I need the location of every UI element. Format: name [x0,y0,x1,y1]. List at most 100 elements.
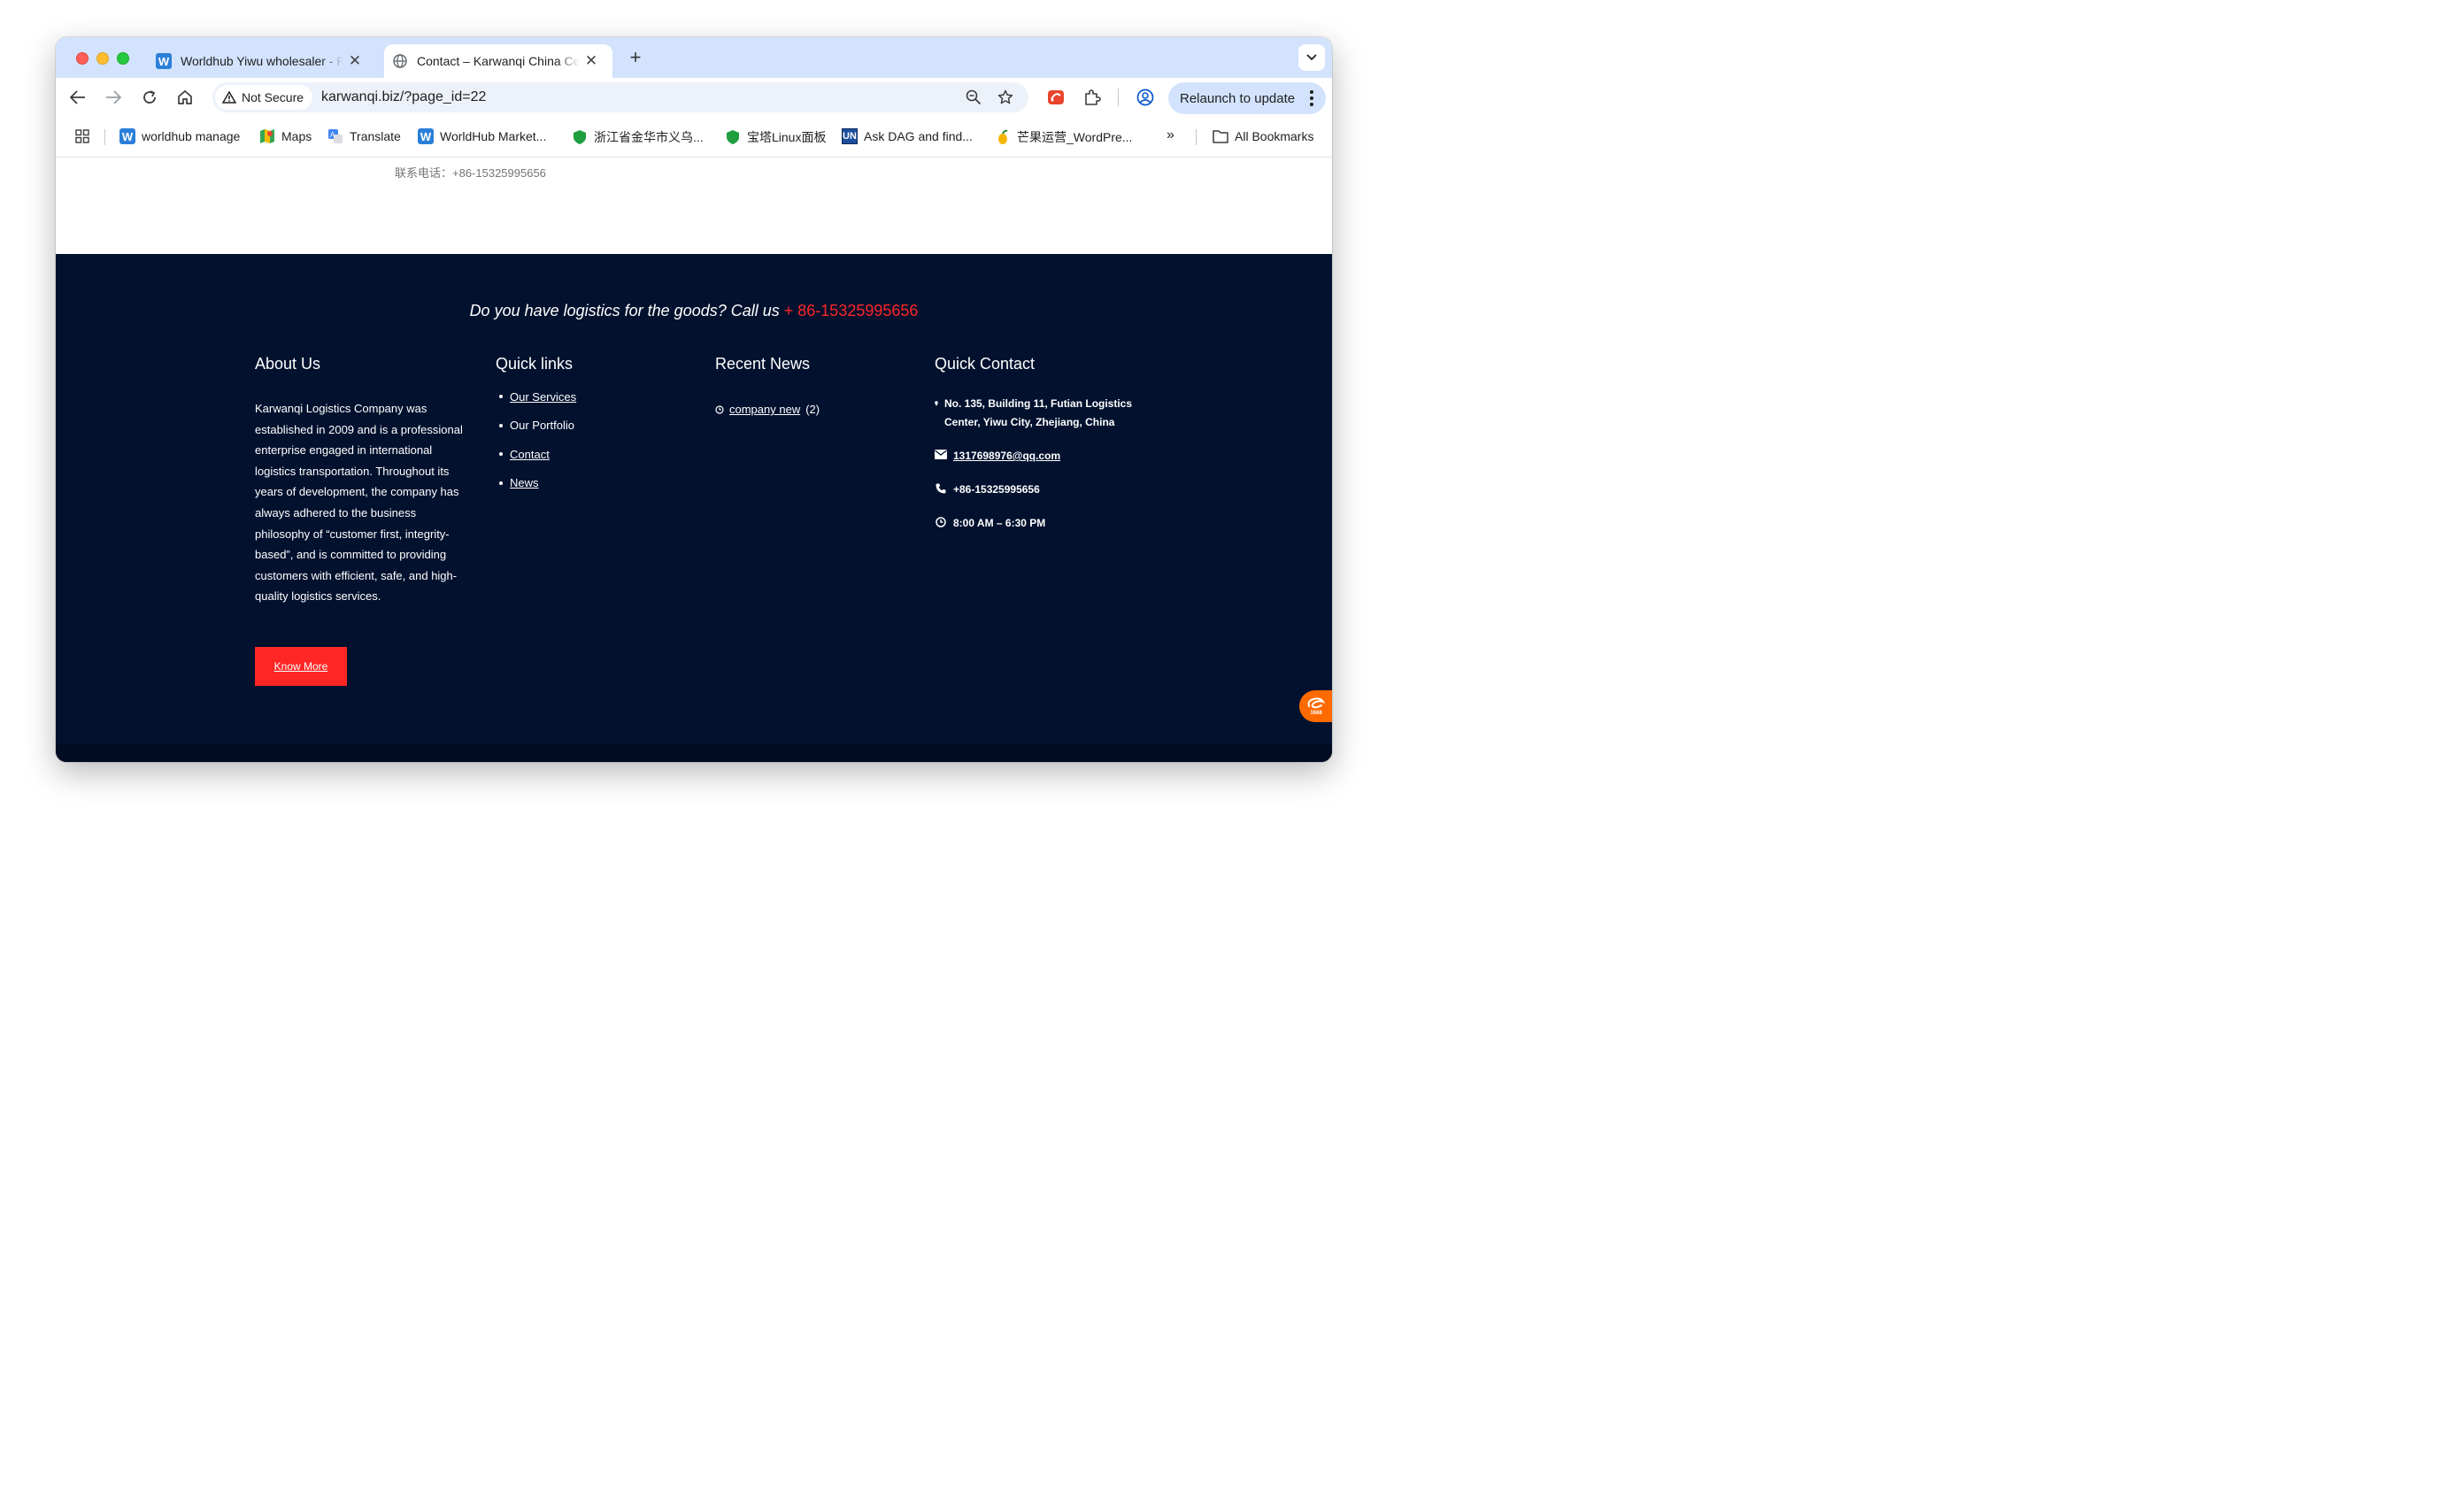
link-our-services[interactable]: Our Services [510,390,576,404]
relaunch-button[interactable]: Relaunch to update [1168,82,1326,114]
profile-icon[interactable] [1136,88,1155,107]
quick-contact-title: Quick Contact [935,355,1036,373]
extension-red-icon[interactable] [1046,88,1066,107]
shield-icon [572,129,588,145]
page-viewport: 联系电话：+86-15325995656 Do you have logisti… [56,158,1332,762]
minimize-window-button[interactable] [96,52,109,65]
bookmark-label: Maps [281,129,312,143]
relaunch-label: Relaunch to update [1180,90,1296,106]
bookmark-label: worldhub manage [142,129,241,143]
bookmark-worldhub-market[interactable]: W WorldHub Market... [418,128,546,144]
translate-icon: A [327,128,343,144]
quick-links-column: Quick links Our Services Our Portfolio C… [496,355,690,497]
home-icon [178,89,192,104]
recent-news-title: Recent News [715,355,811,373]
star-icon[interactable] [997,88,1014,106]
address-row: No. 135, Building 11, Futian Logistics Ce… [935,395,1165,432]
bookmarks-bar: W worldhub manage Maps A Translate W Wor… [56,117,1332,158]
chevron-down-icon [1306,54,1317,61]
bullet-icon [499,452,503,457]
list-item: News [496,469,690,498]
folder-icon [1213,128,1228,144]
bookmark-translate[interactable]: A Translate [327,128,401,144]
new-tab-button[interactable]: + [626,48,645,67]
browser-window: W Worldhub Yiwu wholesaler - R ✕ Contact… [56,37,1332,762]
link-our-portfolio[interactable]: Our Portfolio [510,419,574,432]
bookmark-maps[interactable]: Maps [259,128,312,144]
about-us-title: About Us [255,355,321,373]
url-text[interactable]: karwanqi.biz/?page_id=22 [321,89,486,105]
envelope-icon [935,450,947,459]
quick-contact-column: Quick Contact No. 135, Building 11, Futi… [935,355,1165,533]
more-icon[interactable] [1310,90,1313,109]
security-chip[interactable]: Not Secure [215,85,313,110]
phone-text[interactable]: +86-15325995656 [953,481,1040,499]
contact-phone-text: 联系电话：+86-15325995656 [395,166,546,180]
address-bar[interactable]: Not Secure karwanqi.biz/?page_id=22 [212,82,1028,112]
un-icon: UN [842,128,858,144]
security-label: Not Secure [242,90,304,104]
bookmark-zhejiang[interactable]: 浙江省金华市义乌... [572,128,704,146]
cta-phone[interactable]: + 86-15325995656 [784,302,919,319]
bookmark-divider [104,129,105,145]
tab-worldhub[interactable]: W Worldhub Yiwu wholesaler - R ✕ [148,44,376,78]
all-bookmarks-label: All Bookmarks [1235,129,1314,143]
recent-news-column: Recent News company new (2) [715,355,910,416]
clock-icon [715,404,724,414]
phone-icon [935,483,947,494]
forward-button[interactable] [103,87,124,108]
close-window-button[interactable] [76,52,89,65]
cta-text: Do you have logistics for the goods? Cal… [469,302,784,319]
call-to-action: Do you have logistics for the goods? Cal… [56,302,1332,320]
bookmark-ask-dag[interactable]: UN Ask DAG and find... [842,128,973,144]
site-footer: Do you have logistics for the goods? Cal… [56,254,1332,762]
link-news[interactable]: News [510,476,539,489]
quick-links-list: Our Services Our Portfolio Contact News [496,382,690,497]
email-link[interactable]: 1317698976@qq.com [953,447,1060,466]
w-icon: W [418,128,434,144]
know-more-button[interactable]: Know More [255,647,347,686]
news-category-item: company new (2) [715,403,910,416]
arrow-right-icon [106,90,121,104]
toolbar-divider [1118,88,1119,106]
back-button[interactable] [67,87,89,108]
puzzle-icon[interactable] [1082,88,1102,107]
tab-strip: W Worldhub Yiwu wholesaler - R ✕ Contact… [56,37,1332,78]
reload-button[interactable] [139,87,160,108]
bookmark-label: 宝塔Linux面板 [747,130,827,144]
bookmark-label: 浙江省金华市义乌... [594,130,704,144]
more-bookmarks-button[interactable]: » [1167,127,1174,143]
grid-icon [74,128,90,144]
tab-search-button[interactable] [1298,44,1325,71]
bookmark-mango[interactable]: 芒果运营_WordPre... [995,128,1132,146]
apps-button[interactable] [74,128,90,144]
bookmark-label: Translate [350,129,401,143]
close-icon[interactable]: ✕ [346,52,364,70]
maximize-window-button[interactable] [117,52,129,65]
tab-contact[interactable]: Contact – Karwanqi China Ce ✕ [384,44,612,78]
bookmark-label: WorldHub Market... [440,129,547,143]
maps-icon [259,128,275,144]
hours-row: 8:00 AM – 6:30 PM [935,514,1165,533]
bullet-icon [499,395,503,399]
bookmark-baota[interactable]: 宝塔Linux面板 [725,128,826,146]
news-category-link[interactable]: company new [729,403,800,416]
close-icon[interactable]: ✕ [582,52,600,70]
toolbar: Not Secure karwanqi.biz/?page_id=22 Rela… [56,78,1332,117]
alibaba-1688-badge[interactable]: 1688 [1299,690,1332,722]
about-us-column: About Us Karwanqi Logistics Company was … [255,355,467,709]
home-button[interactable] [174,87,196,108]
chevron-double-right-icon: » [1167,127,1174,142]
bookmark-divider [1196,129,1197,145]
bookmark-label: 芒果运营_WordPre... [1017,130,1133,144]
map-pin-icon [935,401,938,406]
bullet-icon [499,423,503,427]
news-category-count: (2) [805,403,820,416]
all-bookmarks-button[interactable]: All Bookmarks [1213,128,1313,144]
footer-bottom-bar [56,744,1332,762]
tab-title: Contact – Karwanqi China Ce [417,54,580,68]
bookmark-worldhub-manage[interactable]: W worldhub manage [119,128,240,144]
reload-icon [143,90,156,104]
link-contact[interactable]: Contact [510,448,550,461]
zoom-icon[interactable] [965,88,982,106]
